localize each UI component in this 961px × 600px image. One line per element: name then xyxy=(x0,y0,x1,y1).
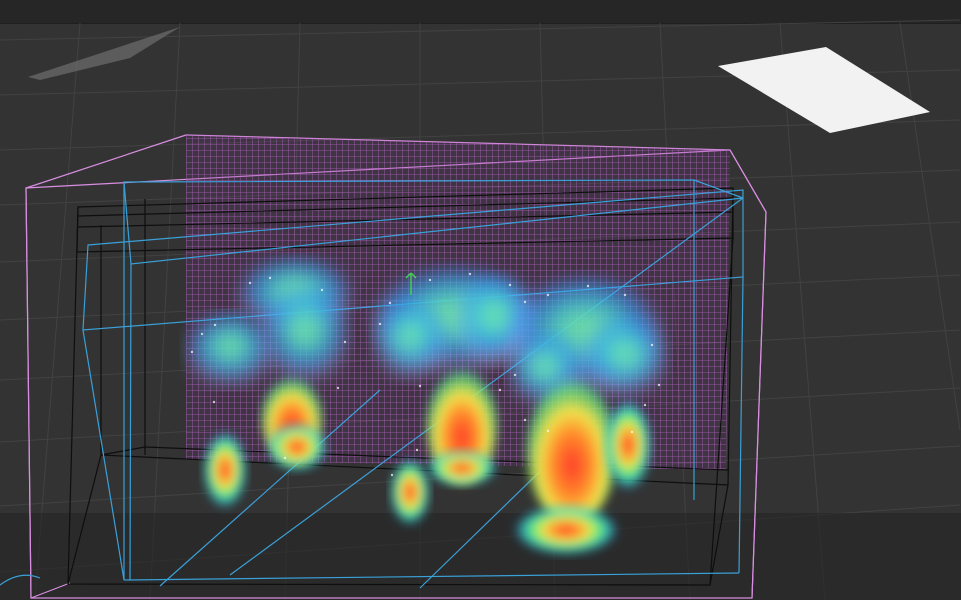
light-plane-right[interactable] xyxy=(718,47,930,133)
floor-shadow xyxy=(0,513,961,600)
scene-canvas[interactable] xyxy=(0,0,961,600)
light-plane-left[interactable] xyxy=(28,27,180,80)
3d-viewport[interactable] xyxy=(0,0,961,600)
